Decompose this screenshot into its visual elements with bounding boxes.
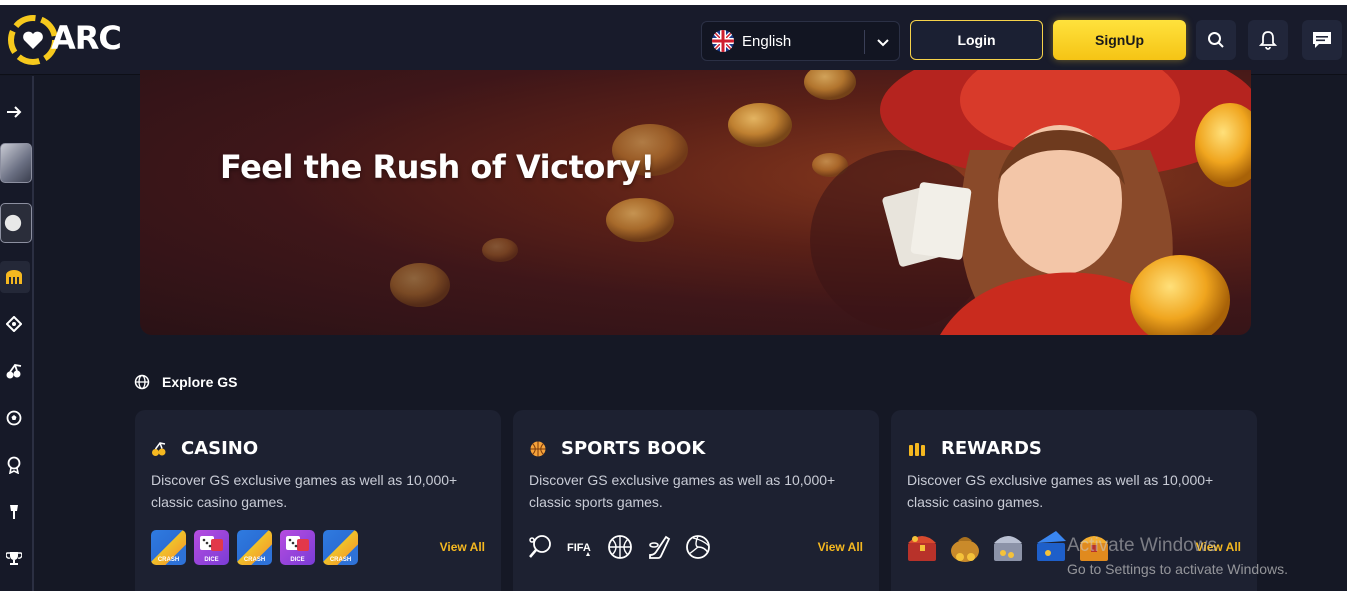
card-title: REWARDS — [941, 438, 1042, 459]
sports-book-card[interactable]: SPORTS BOOK Discover GS exclusive games … — [513, 410, 879, 591]
card-description: Discover GS exclusive games as well as 1… — [151, 472, 458, 510]
search-button[interactable] — [1196, 20, 1236, 60]
card-title: SPORTS BOOK — [561, 438, 706, 459]
basketball-icon — [530, 441, 546, 456]
card-description: Discover GS exclusive games as well as 1… — [907, 472, 1214, 510]
sidebar-item-slots[interactable] — [2, 359, 26, 383]
medal-icon — [7, 456, 21, 474]
card-title: CASINO — [181, 438, 259, 459]
login-button[interactable]: Login — [910, 20, 1043, 60]
sidebar-item-lobby[interactable] — [2, 265, 26, 289]
game-label: DICE — [204, 557, 219, 563]
arc-logo[interactable]: ARC — [8, 13, 122, 67]
lobby-icon — [6, 270, 22, 284]
banner-title: Feel the Rush of Victory! — [220, 148, 655, 186]
explore-section-header: Explore GS — [134, 374, 237, 390]
search-icon — [1208, 32, 1224, 48]
activate-windows-watermark: Activate Windows — [1067, 535, 1217, 556]
basketball-icon[interactable] — [607, 534, 633, 560]
cherry-icon — [152, 441, 166, 456]
language-divider — [864, 30, 865, 54]
activate-windows-hint: Go to Settings to activate Windows. — [1067, 561, 1288, 577]
casino-games-list: CRASH DICE CRASH DICE CRASH — [151, 530, 358, 565]
sidebar-casino-thumbnail[interactable] — [0, 143, 32, 183]
cards-icon — [6, 316, 22, 332]
language-selector[interactable]: English — [701, 21, 900, 61]
bell-icon — [1259, 31, 1277, 50]
casino-card[interactable]: CASINO Discover GS exclusive games as we… — [135, 410, 501, 591]
silver-chest-icon[interactable] — [991, 529, 1026, 565]
game-label: CRASH — [243, 557, 266, 563]
sidebar-item-cards[interactable] — [2, 312, 26, 336]
sports-view-all-link[interactable]: View All — [818, 540, 863, 554]
sidebar — [0, 76, 34, 591]
banner-artwork — [390, 70, 1251, 335]
casino-view-all-link[interactable]: View All — [440, 540, 485, 554]
uk-flag-icon — [712, 30, 734, 52]
chat-button[interactable] — [1302, 20, 1342, 60]
signup-button[interactable]: SignUp — [1053, 20, 1186, 60]
language-label: English — [742, 32, 792, 50]
arrow-right-icon — [7, 106, 22, 118]
rewards-icon — [909, 442, 925, 456]
volleyball-icon[interactable] — [685, 534, 711, 560]
torch-icon — [10, 505, 18, 519]
top-header: ARC English Login SignUp — [0, 5, 1347, 75]
hockey-icon[interactable] — [646, 534, 672, 560]
svg-text:FIFA: FIFA — [567, 542, 591, 554]
red-chest-icon[interactable] — [905, 529, 940, 565]
chat-icon — [1313, 32, 1331, 48]
sidebar-item-leaderboard[interactable] — [2, 546, 26, 570]
game-label: DICE — [290, 557, 305, 563]
hero-banner[interactable]: Feel the Rush of Victory! — [140, 70, 1251, 335]
dice-game-thumbnail[interactable]: DICE — [280, 530, 315, 565]
explore-title: Explore GS — [162, 374, 238, 390]
card-description: Discover GS exclusive games as well as 1… — [529, 472, 836, 510]
soccer-ball-icon — [6, 410, 22, 426]
trophy-icon — [6, 552, 22, 565]
globe-icon — [134, 374, 150, 390]
dice-game-thumbnail[interactable]: DICE — [194, 530, 229, 565]
chevron-down-icon[interactable] — [874, 33, 892, 51]
logo-text: ARC — [51, 19, 122, 57]
sidebar-sports-thumbnail[interactable] — [0, 203, 32, 243]
gold-bag-icon[interactable] — [948, 529, 983, 565]
sidebar-item-promotions[interactable] — [2, 500, 26, 524]
blue-chest-icon[interactable] — [1034, 529, 1069, 565]
fifa-icon[interactable]: FIFA — [566, 534, 594, 560]
crash-game-thumbnail[interactable]: CRASH — [151, 530, 186, 565]
cherry-icon — [6, 364, 22, 379]
notifications-button[interactable] — [1248, 20, 1288, 60]
crash-game-thumbnail[interactable]: CRASH — [237, 530, 272, 565]
expand-sidebar-button[interactable] — [2, 100, 26, 124]
game-label: CRASH — [329, 557, 352, 563]
game-label: CRASH — [157, 557, 180, 563]
sidebar-item-sports[interactable] — [2, 406, 26, 430]
sports-list: FIFA — [527, 534, 711, 560]
table-tennis-icon[interactable] — [527, 534, 553, 560]
crash-game-thumbnail[interactable]: CRASH — [323, 530, 358, 565]
sidebar-item-vip[interactable] — [2, 453, 26, 477]
